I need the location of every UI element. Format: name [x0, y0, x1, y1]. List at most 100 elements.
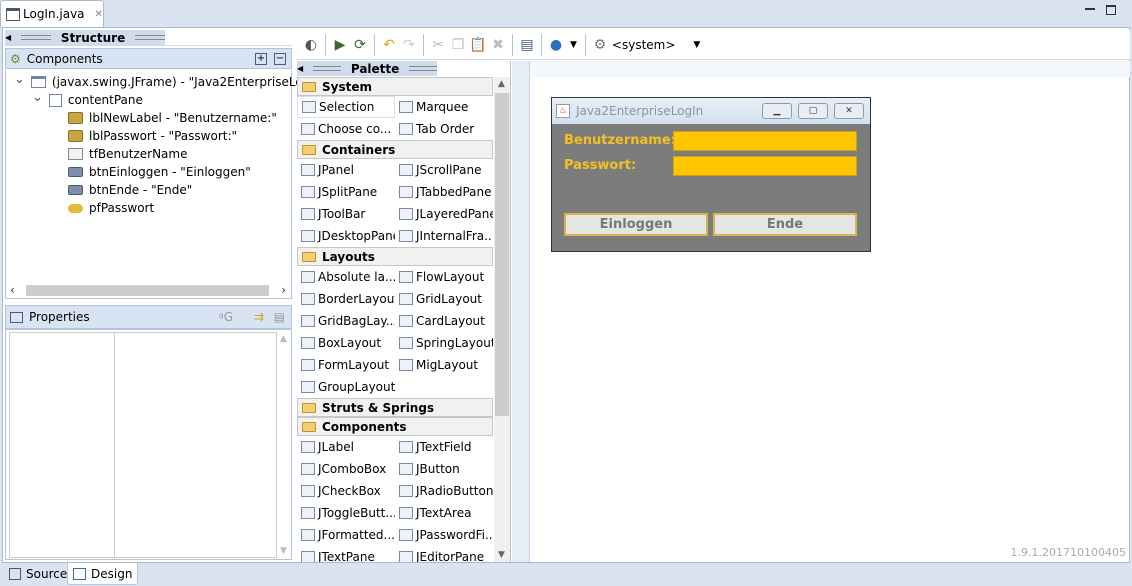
chevron-down-icon[interactable]: ⌄ — [32, 90, 43, 105]
login-button[interactable]: Einloggen — [564, 213, 708, 236]
palette-item[interactable]: JPanel — [297, 159, 395, 181]
palette-item[interactable]: Selection — [297, 96, 395, 118]
palette-item[interactable]: Tab Order — [395, 118, 493, 140]
delete-icon[interactable]: ✖ — [488, 35, 508, 55]
tree-item[interactable]: lblNewLabel - "Benutzername:" — [68, 109, 277, 127]
palette-item[interactable]: JButton — [395, 458, 493, 480]
palette-item[interactable]: BoxLayout — [297, 332, 395, 354]
paste-icon[interactable]: 📋 — [468, 35, 488, 55]
scrollbar-thumb[interactable] — [26, 285, 269, 296]
palette-item[interactable]: CardLayout — [395, 310, 493, 332]
palette-item[interactable]: Choose co... — [297, 118, 395, 140]
palette-item[interactable]: GridLayout — [395, 288, 493, 310]
palette-item[interactable]: JTextArea — [395, 502, 493, 524]
align-icon[interactable]: ▤ — [517, 35, 537, 55]
palette-item[interactable]: FormLayout — [297, 354, 395, 376]
palette-item[interactable]: JScrollPane — [395, 159, 493, 181]
palette-item[interactable]: MigLayout — [395, 354, 493, 376]
editor-tab-login-java[interactable]: LogIn.java ✕ — [0, 0, 104, 27]
horizontal-scrollbar[interactable]: ‹ › — [5, 282, 292, 299]
palette-item[interactable]: GridBagLay... — [297, 310, 395, 332]
tree-item[interactable]: btnEinloggen - "Einloggen" — [68, 163, 251, 181]
minimize-button[interactable] — [1085, 8, 1095, 10]
components-tree: ⌄ (javax.swing.JFrame) - "Java2Enterprise… — [5, 70, 327, 282]
close-icon[interactable]: ✕ — [95, 9, 103, 20]
tree-item-label: btnEinloggen - "Einloggen" — [89, 165, 251, 179]
palette-item[interactable]: JTabbedPane — [395, 181, 493, 203]
palette-item[interactable]: JToggleButt... — [297, 502, 395, 524]
tree-item[interactable]: tfBenutzerName — [68, 145, 187, 163]
tree-item[interactable]: btnEnde - "Ende" — [68, 181, 192, 199]
preview-close-button[interactable]: ✕ — [834, 103, 864, 119]
tab-source[interactable]: Source — [4, 563, 72, 585]
end-button[interactable]: Ende — [713, 213, 857, 236]
collapse-left-icon[interactable]: ◀ — [5, 33, 11, 42]
cut-icon[interactable]: ✂ — [428, 35, 448, 55]
palette-category[interactable]: Containers — [297, 140, 493, 159]
copy-icon[interactable]: ❐ — [448, 35, 468, 55]
expand-all-button[interactable]: + — [255, 52, 267, 65]
palette-scrollbar[interactable]: ▲ ▼ — [494, 77, 510, 562]
redo-button[interactable]: ↷ — [399, 35, 419, 55]
username-field[interactable] — [673, 131, 857, 151]
palette-category[interactable]: Components — [297, 417, 493, 436]
component-icon — [301, 123, 315, 135]
palette-item[interactable]: JLayeredPane — [395, 203, 493, 225]
component-icon — [399, 293, 413, 305]
preview-maximize-button[interactable]: ▢ — [798, 103, 828, 119]
palette-item[interactable]: JTextPane — [297, 546, 395, 562]
tree-item-label: contentPane — [67, 93, 143, 107]
palette-item[interactable]: JDesktopPane — [297, 225, 395, 247]
palette-item[interactable]: BorderLayout — [297, 288, 395, 310]
pane-icon — [48, 93, 62, 107]
add-component-button[interactable]: ▶ — [330, 35, 350, 55]
show-events-button[interactable]: ᵍG — [219, 310, 233, 324]
palette-category[interactable]: Layouts — [297, 247, 493, 266]
chevron-down-icon[interactable]: ⌄ — [14, 72, 25, 87]
palette-item[interactable]: JComboBox — [297, 458, 395, 480]
chevron-down-icon[interactable]: ▼ — [570, 40, 577, 50]
goto-definition-button[interactable]: ⇉ — [254, 310, 264, 324]
palette-item[interactable]: Marquee — [395, 96, 493, 118]
jframe-preview[interactable]: ♨ Java2EnterpriseLogIn ▁ ▢ ✕ Benutzernam… — [551, 97, 871, 252]
palette-item[interactable]: JEditorPane — [395, 546, 493, 562]
refresh-button[interactable]: ⟳ — [350, 35, 370, 55]
palette-item[interactable]: JTextField — [395, 436, 493, 458]
tree-item[interactable]: ⌄ contentPane — [32, 90, 143, 109]
properties-table[interactable]: ▲ ▼ — [5, 329, 292, 560]
show-advanced-button[interactable]: ▤ — [274, 310, 285, 324]
palette-category[interactable]: System — [297, 77, 493, 96]
tab-design[interactable]: Design — [67, 563, 139, 585]
tree-item[interactable]: ⌄ (javax.swing.JFrame) - "Java2Enterprise… — [14, 72, 327, 91]
palette-item[interactable]: JFormatted... — [297, 524, 395, 546]
palette-item[interactable]: JToolBar — [297, 203, 395, 225]
look-and-feel-select[interactable]: <system> — [612, 38, 676, 52]
tree-item[interactable]: pfPasswort — [68, 199, 154, 217]
palette-item[interactable]: Absolute la... — [297, 266, 395, 288]
scrollbar-thumb[interactable] — [495, 93, 509, 416]
palette-item[interactable]: SpringLayout — [395, 332, 493, 354]
test-gui-button[interactable]: ◐ — [301, 35, 321, 55]
chevron-down-icon[interactable]: ▼ — [693, 40, 700, 50]
palette-item[interactable]: JPasswordFi... — [395, 524, 493, 546]
collapse-all-button[interactable]: − — [274, 52, 286, 65]
preview-minimize-button[interactable]: ▁ — [762, 103, 792, 119]
palette-item[interactable]: JRadioButton — [395, 480, 493, 502]
undo-button[interactable]: ↶ — [379, 35, 399, 55]
tree-item[interactable]: lblPasswort - "Passwort:" — [68, 127, 237, 145]
palette-item[interactable]: JSplitPane — [297, 181, 395, 203]
password-field[interactable] — [673, 156, 857, 176]
palette-item[interactable]: JInternalFra... — [395, 225, 493, 247]
component-icon — [301, 164, 315, 176]
palette-item[interactable]: JLabel — [297, 436, 395, 458]
maximize-button[interactable] — [1106, 5, 1116, 15]
globe-icon[interactable]: ● — [546, 35, 566, 55]
vertical-scrollbar[interactable]: ▲ ▼ — [278, 332, 290, 558]
collapse-palette-icon[interactable]: ◀ — [297, 64, 303, 73]
palette-item[interactable]: JCheckBox — [297, 480, 395, 502]
palette-item[interactable]: FlowLayout — [395, 266, 493, 288]
palette-item-label: JPanel — [318, 163, 354, 177]
palette-item[interactable]: GroupLayout — [297, 376, 395, 398]
palette-category[interactable]: Struts & Springs — [297, 398, 493, 417]
preview-window-title: Java2EnterpriseLogIn — [576, 104, 704, 118]
